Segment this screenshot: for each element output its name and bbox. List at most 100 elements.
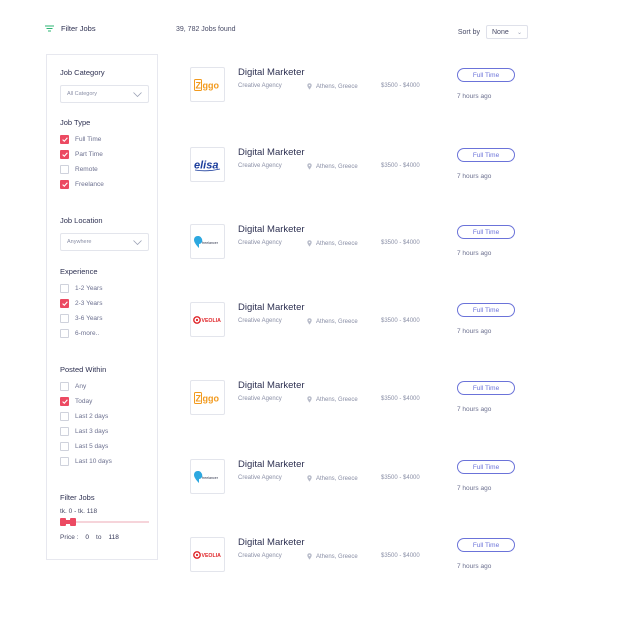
experience-option[interactable]: 6-more.. — [60, 326, 148, 341]
checkbox[interactable] — [60, 314, 69, 323]
location-pin-icon — [307, 318, 312, 325]
svg-text:ggo: ggo — [203, 393, 220, 403]
svg-text:Z: Z — [196, 80, 202, 90]
svg-text:ggo: ggo — [203, 80, 220, 90]
jobs-found-count: 39, 782 Jobs found — [176, 26, 236, 33]
chevron-down-icon — [133, 239, 142, 245]
checkbox[interactable] — [60, 284, 69, 293]
job-type-option[interactable]: Remote — [60, 162, 148, 177]
posted-within-section: Posted Within Any Today Last 2 days Last… — [60, 365, 148, 469]
job-type-option[interactable]: Part Time — [60, 147, 148, 162]
price-range-slider[interactable] — [60, 517, 149, 527]
veolia-logo-icon: VEOLIA — [193, 550, 221, 559]
experience-option[interactable]: 2-3 Years — [60, 296, 148, 311]
sort-label: Sort by — [457, 28, 480, 36]
company-logo: VEOLIA — [190, 537, 225, 572]
freelancer-logo-icon: freelancer — [194, 235, 219, 248]
job-company: Creative Agency — [238, 83, 282, 89]
job-category-dropdown[interactable]: All Category — [60, 85, 149, 103]
job-title[interactable]: Digital Marketer — [238, 537, 305, 548]
job-title[interactable]: Digital Marketer — [238, 67, 305, 78]
job-company: Creative Agency — [238, 163, 282, 169]
checkbox[interactable] — [60, 180, 69, 189]
job-type-option[interactable]: Full Time — [60, 132, 148, 147]
price-label: Price : — [60, 534, 79, 541]
posted-option[interactable]: Today — [60, 394, 148, 409]
job-type-badge[interactable]: Full Time — [457, 148, 515, 162]
slider-max-handle[interactable] — [70, 518, 76, 526]
filter-sidebar: Job Category All Category Job Type Full … — [46, 54, 158, 560]
results-toolbar: Filter Jobs 39, 782 Jobs found Sort by N… — [45, 24, 528, 40]
job-type-badge[interactable]: Full Time — [457, 68, 515, 82]
experience-section: Experience 1-2 Years 2-3 Years 3-6 Years… — [60, 267, 148, 341]
job-location-value: Anywhere — [67, 239, 92, 245]
checkbox[interactable] — [60, 382, 69, 391]
veolia-logo-icon: VEOLIA — [193, 315, 222, 324]
job-card[interactable]: Z ggo Digital Marketer Creative Agency A… — [190, 380, 525, 420]
sort-select[interactable]: None ⌄ — [486, 25, 528, 39]
slider-min-handle[interactable] — [60, 518, 66, 526]
job-title[interactable]: Digital Marketer — [238, 224, 305, 235]
svg-text:Z: Z — [196, 393, 202, 403]
job-type-option[interactable]: Freelance — [60, 177, 148, 192]
posted-option[interactable]: Last 5 days — [60, 439, 148, 454]
job-type-section: Job Type Full Time Part Time Remote Free… — [60, 118, 148, 192]
posted-option[interactable]: Last 2 days — [60, 409, 148, 424]
job-location-dropdown[interactable]: Anywhere — [60, 233, 149, 251]
checkbox[interactable] — [60, 135, 69, 144]
posted-option[interactable]: Any — [60, 379, 148, 394]
job-category-section: Job Category All Category — [60, 68, 149, 103]
company-logo: freelancer — [190, 224, 225, 259]
job-location: Athens, Greece — [307, 396, 358, 403]
price-filter-section: Filter Jobs tk. 0 - tk. 118 Price : 0 to… — [60, 493, 149, 541]
job-type-badge[interactable]: Full Time — [457, 303, 515, 317]
experience-option[interactable]: 3-6 Years — [60, 311, 148, 326]
checkbox[interactable] — [60, 299, 69, 308]
price-min: 0 — [85, 534, 90, 541]
job-type-badge[interactable]: Full Time — [457, 538, 515, 552]
checkbox[interactable] — [60, 457, 69, 466]
job-card[interactable]: freelancer Digital Marketer Creative Age… — [190, 224, 525, 264]
posted-option[interactable]: Last 3 days — [60, 424, 148, 439]
job-card[interactable]: elisa Digital Marketer Creative Agency A… — [190, 147, 525, 187]
option-label: Last 5 days — [75, 443, 109, 450]
svg-text:VEOLIA: VEOLIA — [202, 318, 222, 324]
job-card[interactable]: VEOLIA Digital Marketer Creative Agency … — [190, 302, 525, 342]
option-label: Any — [75, 383, 87, 390]
job-posted-time: 7 hours ago — [457, 485, 492, 492]
job-company: Creative Agency — [238, 240, 282, 246]
location-pin-icon — [307, 240, 312, 247]
sort-value: None — [492, 28, 509, 36]
job-title[interactable]: Digital Marketer — [238, 380, 305, 391]
job-salary: $3500 - $4000 — [381, 163, 420, 169]
job-card[interactable]: freelancer Digital Marketer Creative Age… — [190, 459, 525, 499]
job-location-text: Athens, Greece — [316, 475, 358, 482]
job-salary: $3500 - $4000 — [381, 553, 420, 559]
job-card[interactable]: Z ggo Digital Marketer Creative Agency A… — [190, 67, 525, 107]
job-type-badge[interactable]: Full Time — [457, 225, 515, 239]
job-title[interactable]: Digital Marketer — [238, 302, 305, 313]
option-label: 1-2 Years — [75, 285, 103, 292]
checkbox[interactable] — [60, 397, 69, 406]
option-label: Last 10 days — [75, 458, 112, 465]
checkbox[interactable] — [60, 412, 69, 421]
job-location: Athens, Greece — [307, 553, 358, 560]
job-title[interactable]: Digital Marketer — [238, 147, 305, 158]
job-location: Athens, Greece — [307, 475, 358, 482]
filter-jobs-toggle[interactable]: Filter Jobs — [45, 24, 96, 33]
checkbox[interactable] — [60, 165, 69, 174]
job-type-badge[interactable]: Full Time — [457, 381, 515, 395]
job-type-badge[interactable]: Full Time — [457, 460, 515, 474]
checkbox[interactable] — [60, 329, 69, 338]
checkbox[interactable] — [60, 150, 69, 159]
job-posted-time: 7 hours ago — [457, 250, 492, 257]
job-location: Athens, Greece — [307, 318, 358, 325]
option-label: Full Time — [75, 136, 102, 143]
experience-option[interactable]: 1-2 Years — [60, 281, 148, 296]
job-title[interactable]: Digital Marketer — [238, 459, 305, 470]
posted-option[interactable]: Last 10 days — [60, 454, 148, 469]
job-location: Athens, Greece — [307, 83, 358, 90]
checkbox[interactable] — [60, 427, 69, 436]
job-card[interactable]: VEOLIA Digital Marketer Creative Agency … — [190, 537, 525, 577]
checkbox[interactable] — [60, 442, 69, 451]
